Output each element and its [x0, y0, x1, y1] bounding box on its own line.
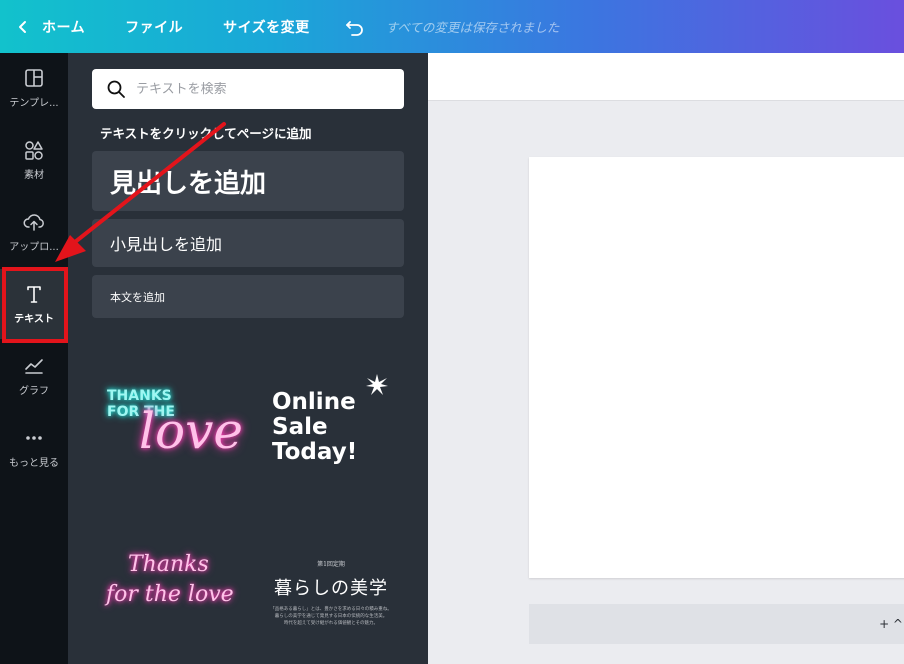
rail-label: 素材	[24, 170, 44, 181]
rail-label: テンプレ...	[9, 98, 59, 109]
save-status: すべての変更は保存されました	[385, 20, 560, 35]
template-icon	[25, 69, 43, 87]
thanks-script-preview: Thanks for the love	[102, 538, 234, 648]
starburst-icon	[366, 374, 388, 395]
left-rail: テンプレ... 素材 アップロ... テキスト グラフ もっと見る	[0, 53, 68, 664]
rail-label: グラフ	[19, 386, 49, 397]
rail-item-elements[interactable]: 素材	[0, 125, 68, 195]
design-canvas[interactable]	[529, 157, 904, 578]
back-home-button[interactable]: ホーム	[16, 17, 85, 37]
panel-heading: テキストをクリックしてページに追加	[100, 126, 312, 141]
search-icon	[107, 80, 125, 98]
add-page-label: + ^	[879, 617, 903, 631]
kurashi-small-caption: 第1回定期	[317, 561, 345, 568]
rail-item-charts[interactable]: グラフ	[0, 341, 68, 411]
chart-icon	[25, 359, 43, 374]
text-icon	[27, 286, 41, 303]
online-sale-text: Online Sale Today!	[272, 389, 358, 465]
text-panel: テキストをクリックしてページに追加 見出しを追加 小見出しを追加 本文を追加 T…	[68, 53, 428, 664]
add-subheading-button[interactable]: 小見出しを追加	[92, 219, 404, 267]
editor-toolbar	[428, 53, 904, 101]
undo-icon	[345, 20, 363, 36]
script-line-2: for the love	[106, 582, 234, 607]
add-body-text-button[interactable]: 本文を追加	[92, 275, 404, 318]
text-template-kurashi[interactable]: 第1回定期 暮らしの美学 「品格ある暮らし」とは、豊かさを求める日々の積み重ね。…	[256, 523, 406, 663]
script-line-1: Thanks	[128, 552, 209, 577]
rail-label: アップロ...	[9, 242, 59, 253]
top-bar: ホーム ファイル サイズを変更 すべての変更は保存されました	[0, 0, 904, 53]
add-heading-button[interactable]: 見出しを追加	[92, 151, 404, 211]
search-input[interactable]	[136, 81, 386, 97]
rail-label: もっと見る	[9, 458, 59, 469]
text-template-online-sale[interactable]: Online Sale Today!	[256, 353, 406, 493]
rail-label: テキスト	[14, 314, 54, 325]
rail-item-more[interactable]: もっと見る	[0, 413, 68, 483]
upload-cloud-icon	[23, 214, 44, 231]
kurashi-body: 「品格ある暮らし」とは、豊かさを求める日々の積み重ね。 暮らしの美学を通じて発見…	[270, 607, 392, 626]
search-box	[92, 69, 404, 109]
online-sale-preview: Online Sale Today!	[266, 368, 396, 478]
file-menu[interactable]: ファイル	[125, 17, 183, 37]
rail-item-templates[interactable]: テンプレ...	[0, 53, 68, 123]
kurashi-title: 暮らしの美学	[274, 578, 388, 599]
elements-icon	[25, 141, 43, 160]
kurashi-preview: 第1回定期 暮らしの美学 「品格ある暮らし」とは、豊かさを求める日々の積み重ね。…	[266, 559, 396, 627]
resize-menu[interactable]: サイズを変更	[223, 17, 310, 37]
home-menu[interactable]: ホーム	[42, 17, 85, 37]
rail-item-text[interactable]: テキスト	[0, 269, 68, 339]
neon-script-text: love	[139, 402, 243, 460]
add-page-button[interactable]: + ^	[529, 604, 904, 644]
text-template-thanks-neon[interactable]: THANKS FOR THE love	[92, 353, 243, 493]
more-dots-icon	[26, 436, 42, 440]
chevron-left-icon	[19, 20, 26, 33]
thanks-neon-preview: THANKS FOR THE love	[107, 368, 243, 478]
rail-item-uploads[interactable]: アップロ...	[0, 197, 68, 267]
undo-button[interactable]	[344, 16, 366, 38]
editor-area: + ^	[428, 53, 904, 664]
text-template-thanks-script[interactable]: Thanks for the love	[92, 523, 242, 663]
